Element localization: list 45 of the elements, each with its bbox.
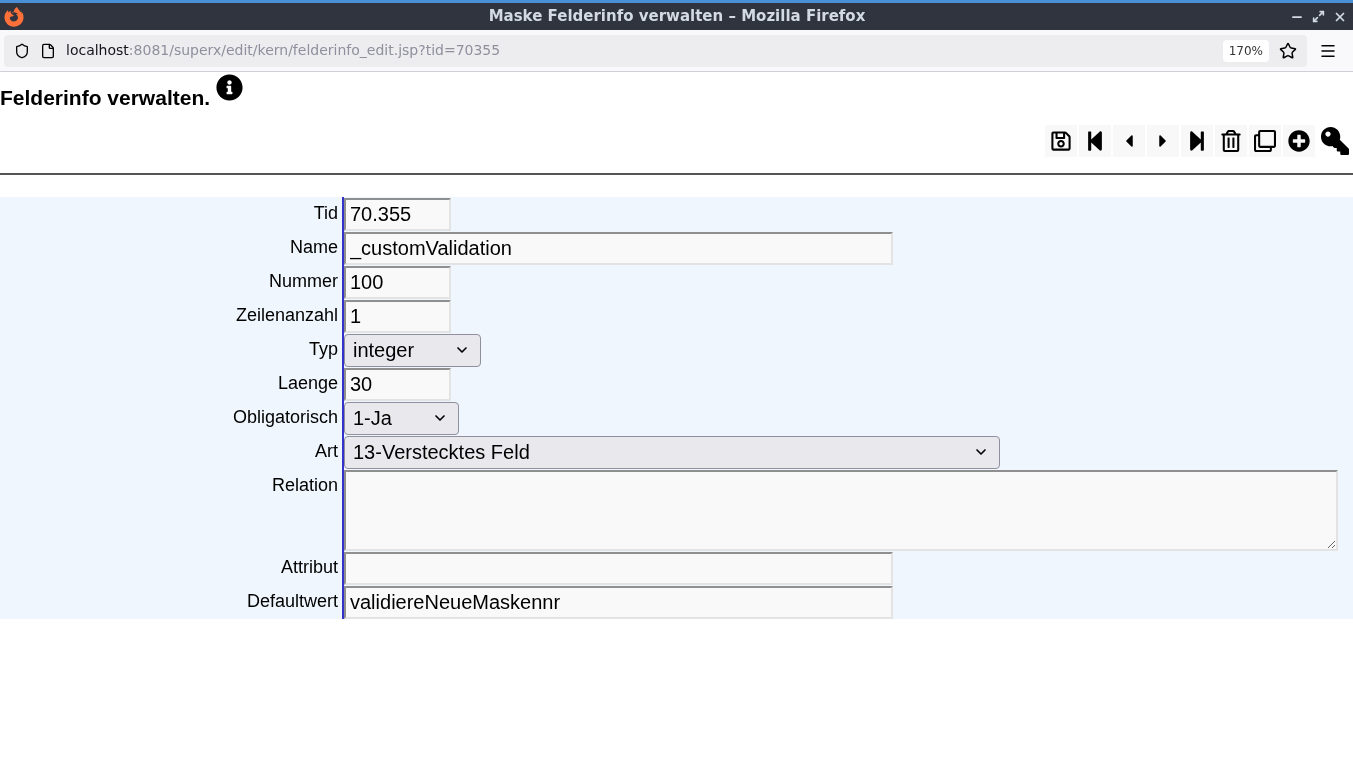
dropdown[interactable]: 13-Verstecktes Feld <box>344 435 1000 469</box>
skip-back-button[interactable] <box>1079 125 1111 157</box>
field-label: Relation <box>270 474 338 497</box>
address-bar[interactable]: localhost:8081/superx/edit/kern/felderinfo_edit.jsp?tid=70355 170% <box>4 34 1307 67</box>
browser-logo-icon <box>4 6 24 27</box>
field-label: Typ <box>308 338 338 361</box>
save-button[interactable] <box>1045 125 1077 157</box>
dropdown[interactable]: integer <box>344 333 482 367</box>
text-field[interactable]: 30 <box>344 367 451 401</box>
trash-icon <box>1220 130 1242 152</box>
info-icon[interactable] <box>216 74 244 101</box>
trash-button[interactable] <box>1215 125 1247 157</box>
field-label: Laenge <box>276 372 338 395</box>
dropdown[interactable]: 1-Ja <box>344 401 459 435</box>
bookmark-star-icon[interactable] <box>1279 41 1297 60</box>
zoom-level[interactable]: 170% <box>1222 39 1269 62</box>
text-field[interactable]: _customValidation <box>344 231 893 265</box>
field-label: Zeilenanzahl <box>234 304 338 327</box>
shield-icon <box>14 42 30 59</box>
key-icon <box>1321 127 1349 155</box>
maximize-icon[interactable] <box>1312 10 1325 23</box>
caret-right-button[interactable] <box>1147 125 1179 157</box>
text-field[interactable]: 70.355 <box>344 197 451 231</box>
field-label: Defaultwert <box>245 590 338 613</box>
text-field[interactable]: 1 <box>344 299 451 333</box>
copy-button[interactable] <box>1249 125 1281 157</box>
field-label: Name <box>289 236 338 259</box>
copy-icon <box>1254 130 1276 152</box>
text-field[interactable]: 100 <box>344 265 451 299</box>
url-text: localhost:8081/superx/edit/kern/felderinfo_edit.jsp?tid=70355 <box>66 41 501 60</box>
page-icon <box>40 42 56 59</box>
field-label: Art <box>314 440 338 463</box>
window-title: Maske Felderinfo verwalten – Mozilla Firefox <box>488 6 866 28</box>
field-label: Obligatorisch <box>231 406 338 429</box>
save-icon <box>1050 130 1072 152</box>
skip-forward-button[interactable] <box>1181 125 1213 157</box>
field-label: Nummer <box>268 270 338 293</box>
text-field[interactable] <box>344 551 893 585</box>
field-label: Attribut <box>279 556 338 579</box>
text-field[interactable]: validiereNeueMaskennr <box>344 585 893 619</box>
caret-left-button[interactable] <box>1113 125 1145 157</box>
plus-circle-button[interactable] <box>1283 125 1315 157</box>
text-area[interactable] <box>344 469 1338 551</box>
field-label: Tid <box>312 202 338 225</box>
page-heading: Felderinfo verwalten. <box>0 85 211 111</box>
